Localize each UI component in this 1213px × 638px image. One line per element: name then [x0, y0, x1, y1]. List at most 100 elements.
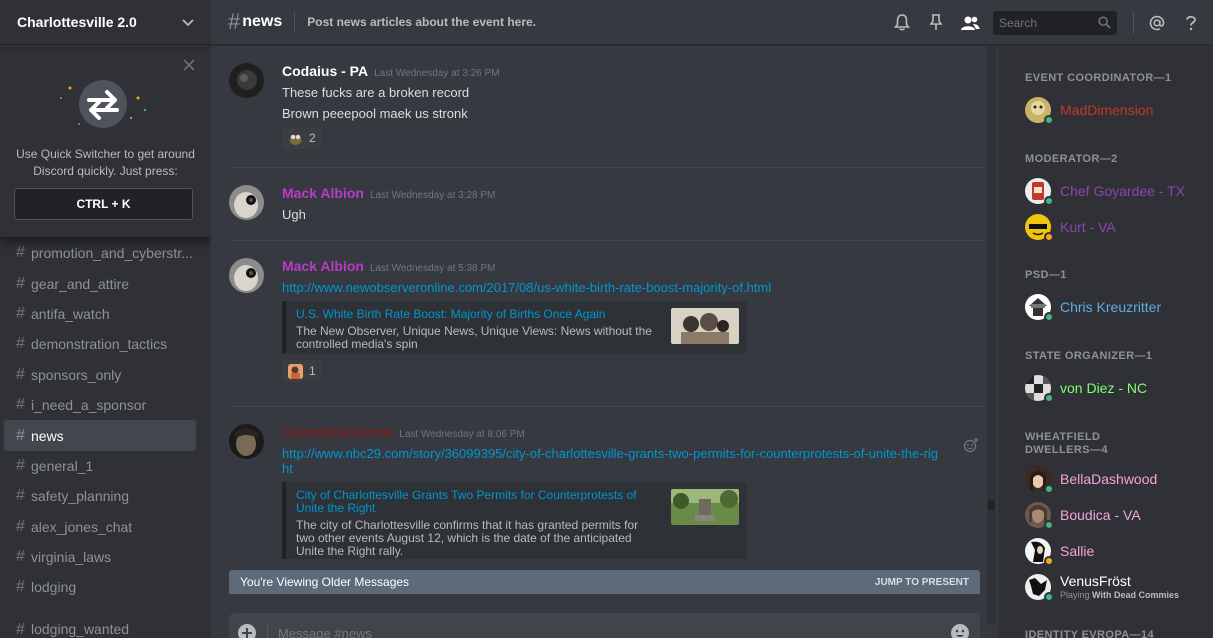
channel-item[interactable]: # safety_planning [4, 481, 196, 511]
bell-icon[interactable] [892, 13, 912, 33]
header-divider [294, 11, 296, 33]
channel-item[interactable]: # promotion_and_cyberstr... [4, 238, 196, 268]
quick-switcher-icon [60, 80, 147, 128]
message-timestamp: Last Wednesday at 8:06 PM [399, 429, 525, 440]
channel-item[interactable]: # general_1 [4, 451, 196, 481]
message-link[interactable]: http://www.newobserveronline.com/2017/08… [282, 280, 979, 295]
activity-game: With Dead Commies [1092, 590, 1179, 600]
member-activity: Playing With Dead Commies [1060, 589, 1179, 601]
search-placeholder: Search [999, 15, 1038, 30]
reaction[interactable]: 1 [282, 360, 322, 382]
avatar[interactable] [229, 185, 264, 220]
embed-title[interactable]: City of Charlottesville Grants Two Permi… [296, 489, 657, 515]
embed-thumbnail[interactable] [671, 308, 739, 344]
member-item[interactable]: VenusFröst Playing With Dead Commies [1025, 570, 1205, 604]
channel-item[interactable]: # lodging [4, 572, 196, 602]
member-name: von Diez - NC [1060, 380, 1148, 396]
server-header[interactable]: Charlottesville 2.0 [0, 0, 211, 45]
search-input[interactable]: Search [993, 10, 1117, 35]
channel-header: # news Post news articles about the even… [211, 0, 1213, 45]
pepe-emoji-icon [289, 134, 302, 145]
channel-name: gear_and_attire [31, 275, 130, 292]
avatar [1025, 466, 1054, 494]
message-author[interactable]: Codaius - PA [282, 63, 368, 79]
hash-icon: # [16, 487, 25, 505]
hash-icon: # [16, 304, 25, 322]
older-messages-bar: You're Viewing Older Messages JUMP TO PR… [229, 570, 980, 594]
pin-icon[interactable] [926, 13, 946, 33]
older-messages-label: You're Viewing Older Messages [240, 575, 410, 589]
channel-name: i_need_a_sponsor [31, 397, 147, 414]
channel-item[interactable]: # antifa_watch [4, 299, 196, 329]
member-item[interactable]: Sallie [1025, 536, 1205, 566]
avatar [1025, 574, 1054, 602]
avatar [1025, 538, 1054, 566]
channel-item[interactable]: # demonstration_tactics [4, 329, 196, 359]
avatar[interactable] [229, 258, 264, 293]
channel-name: news [31, 427, 64, 444]
role-header: MODERATOR—2 [1025, 153, 1118, 165]
hash-icon: # [16, 365, 25, 383]
jump-to-present-button[interactable]: JUMP TO PRESENT [875, 577, 969, 588]
avatar[interactable] [229, 424, 264, 459]
avatar [1025, 97, 1054, 125]
member-item[interactable]: Kurt - VA [1025, 212, 1205, 242]
member-name: BellaDashwood [1060, 471, 1158, 487]
message-list[interactable]: Codaius - PA Last Wednesday at 3:26 PM T… [211, 45, 998, 615]
member-item[interactable]: Boudica - VA [1025, 500, 1205, 530]
channel-name: alex_jones_chat [31, 518, 133, 535]
message-input[interactable] [278, 625, 918, 638]
chevron-down-icon[interactable] [181, 15, 195, 29]
hash-icon: # [16, 396, 25, 414]
message-divider [229, 406, 991, 407]
header-toolbar: Search [885, 0, 1213, 45]
close-icon[interactable] [183, 59, 195, 71]
scrollbar-thumb[interactable] [988, 500, 995, 510]
online-status-icon [1044, 115, 1054, 125]
message-author[interactable]: Mack Albion [282, 258, 364, 274]
channel-item[interactable]: # i_need_a_sponsor [4, 390, 196, 420]
embed-thumbnail[interactable] [671, 489, 739, 525]
role-header: WHEATFIELD DWELLERS—4 [1025, 431, 1108, 456]
hash-icon: # [16, 335, 25, 353]
member-item[interactable]: Chef Goyardee - TX [1025, 176, 1205, 206]
member-item[interactable]: BellaDashwood [1025, 464, 1205, 494]
reaction-count: 1 [309, 364, 316, 378]
online-status-icon [1044, 393, 1054, 403]
member-list: EVENT COORDINATOR—1 MadDimension MODERAT… [998, 45, 1213, 638]
channel-item[interactable]: # virginia_laws [4, 542, 196, 572]
message-timestamp: Last Wednesday at 3:26 PM [374, 68, 500, 79]
channel-item-news[interactable]: # news [4, 420, 196, 451]
channel-item[interactable]: # alex_jones_chat [4, 512, 196, 542]
help-icon[interactable] [1181, 13, 1201, 33]
scrollbar[interactable] [987, 45, 996, 625]
members-icon[interactable] [960, 13, 980, 33]
member-item[interactable]: Chris Kreuzritter [1025, 292, 1205, 322]
quick-switcher-description: Use Quick Switcher to get around Discord… [16, 147, 195, 178]
thinking-emoji-icon [288, 363, 303, 379]
member-name: Chef Goyardee - TX [1060, 183, 1186, 199]
member-item[interactable]: MadDimension [1025, 95, 1205, 125]
link-embed: U.S. White Birth Rate Boost: Majority of… [282, 301, 747, 354]
channel-item[interactable]: # sponsors_only [4, 360, 196, 390]
online-status-icon [1044, 196, 1054, 206]
composer-divider [267, 623, 268, 638]
message-author[interactable]: Stannisthemannis [282, 424, 393, 440]
member-name: Sallie [1060, 543, 1095, 559]
reaction[interactable]: 2 [282, 127, 322, 149]
mention-icon[interactable] [1147, 13, 1167, 33]
idle-status-icon [1044, 232, 1054, 242]
activity-prefix: Playing [1060, 590, 1090, 600]
embed-title[interactable]: U.S. White Birth Rate Boost: Majority of… [296, 308, 657, 321]
add-reaction-icon[interactable] [963, 437, 979, 453]
avatar[interactable] [229, 63, 264, 98]
message-link[interactable]: http://www.nbc29.com/story/36099395/city… [282, 446, 942, 476]
channel-item[interactable]: # lodging_wanted [4, 621, 196, 638]
reaction-count: 2 [309, 131, 316, 145]
message-author[interactable]: Mack Albion [282, 185, 364, 201]
add-attachment-icon[interactable] [237, 623, 257, 638]
online-status-icon [1044, 312, 1054, 322]
member-item[interactable]: von Diez - NC [1025, 373, 1205, 403]
emoji-picker-icon[interactable] [950, 623, 970, 638]
channel-item[interactable]: # gear_and_attire [4, 268, 196, 298]
